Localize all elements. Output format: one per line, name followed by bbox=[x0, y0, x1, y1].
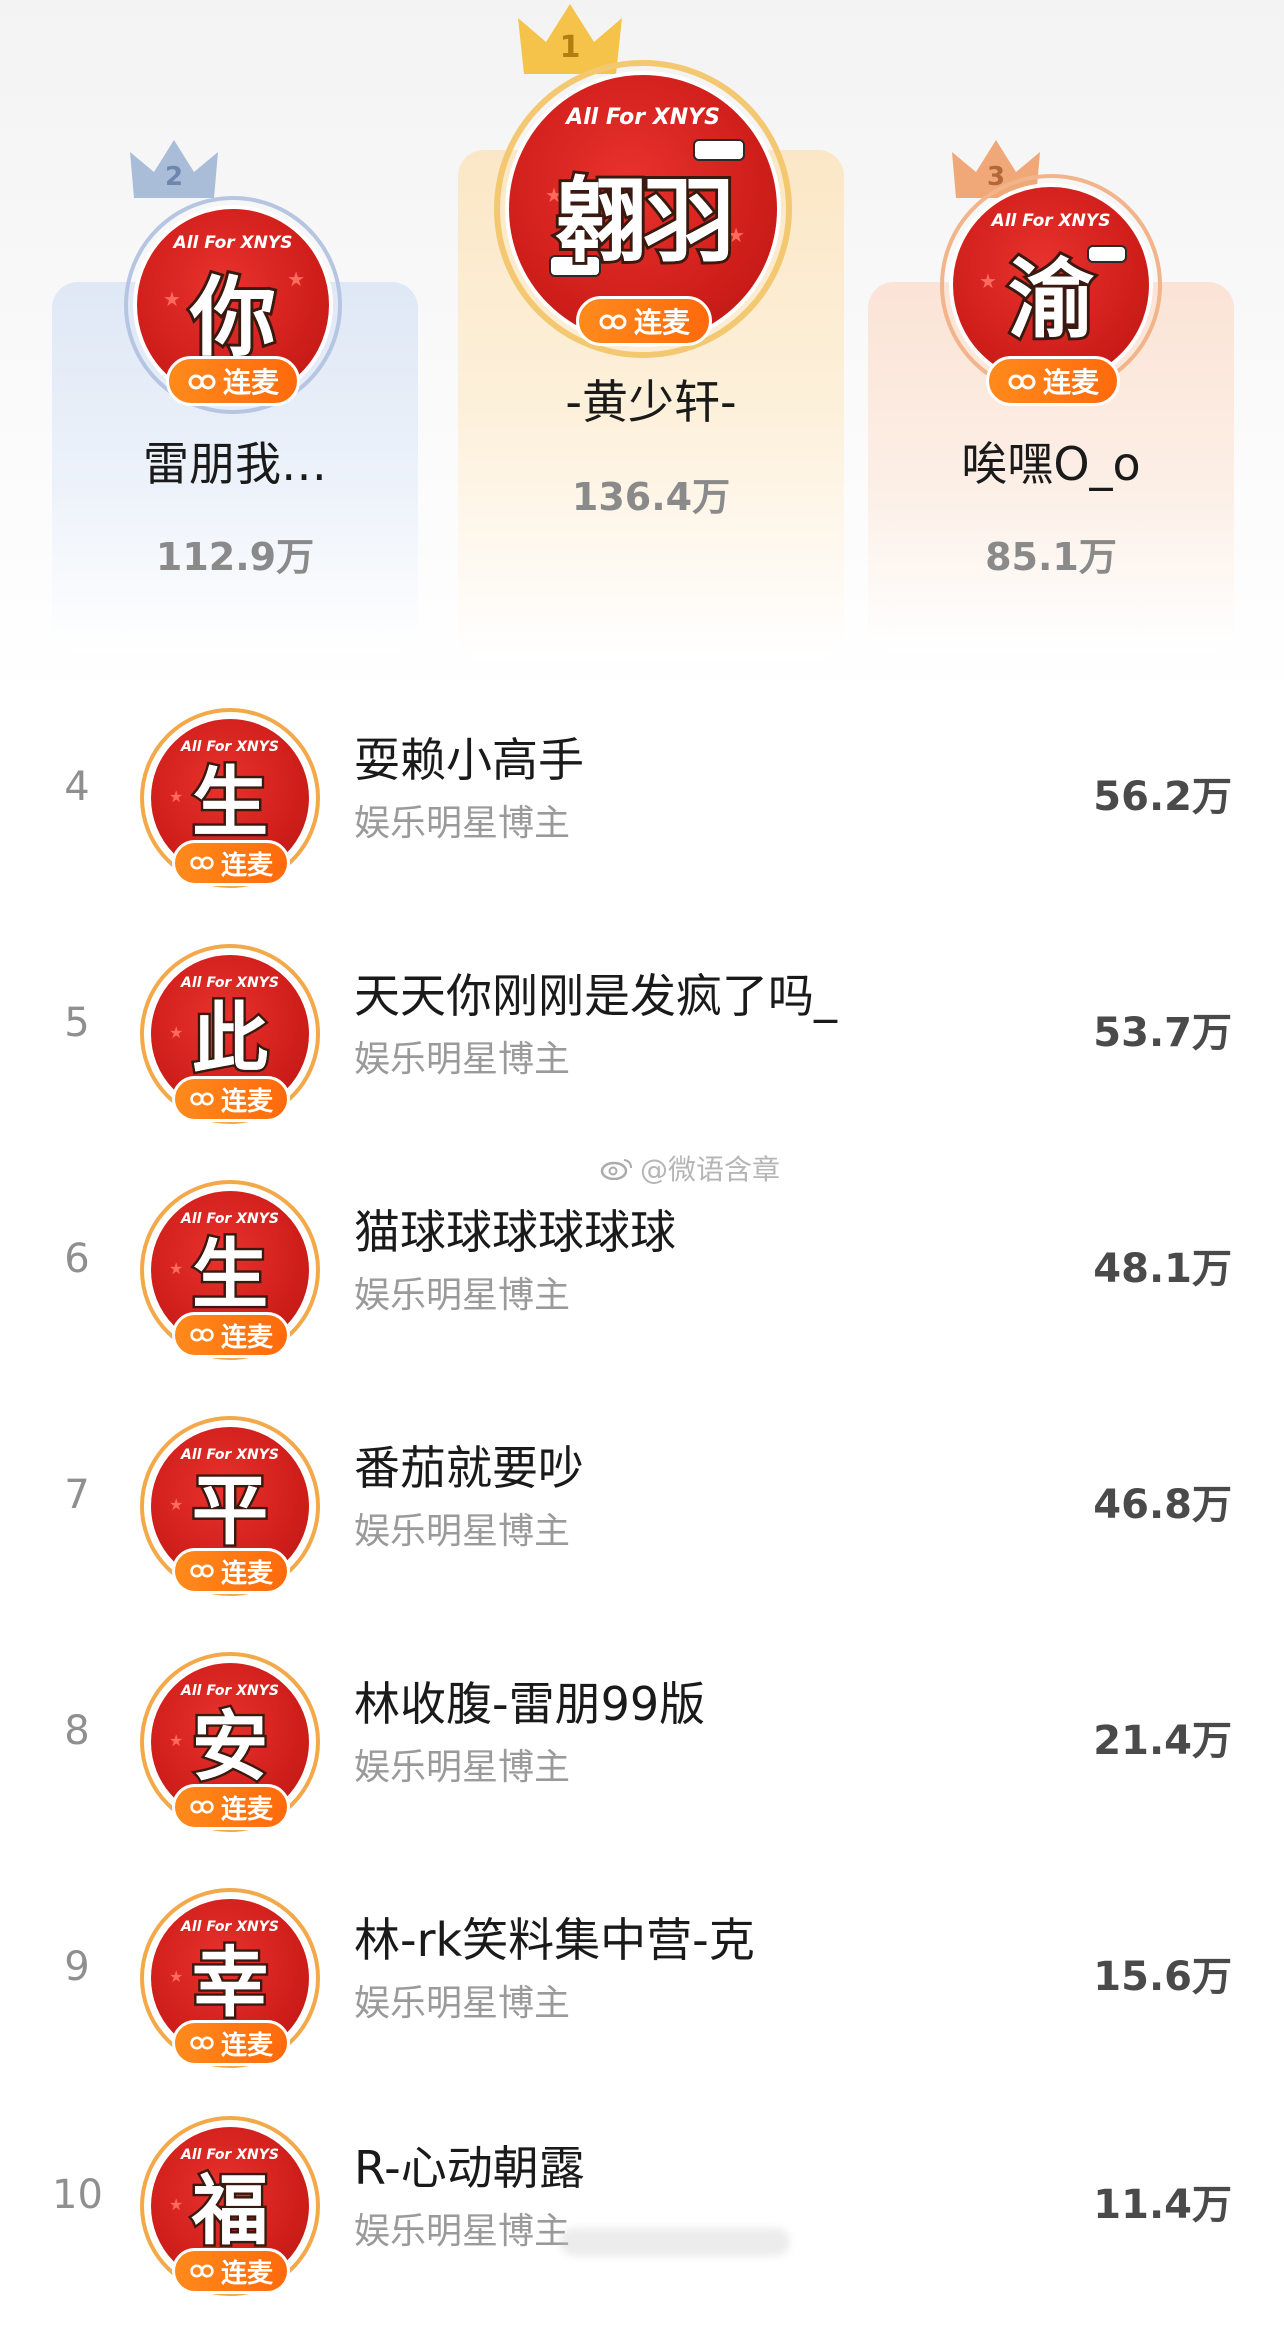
list-item[interactable]: 7 All For XNYS ★ 平 连麦 番茄就要吵 娱乐明星博主 46.8万 bbox=[0, 1394, 1284, 1630]
lianmai-badge[interactable]: 连麦 bbox=[172, 840, 290, 886]
score-value: 15.6万 bbox=[1093, 1954, 1232, 2000]
list-item[interactable]: 9 All For XNYS ★ 幸 连麦 林-rk笑料集中营-克 娱乐明星博主… bbox=[0, 1866, 1284, 2102]
link-loop-icon bbox=[189, 848, 215, 878]
link-loop-icon bbox=[189, 2256, 215, 2286]
lianmai-badge[interactable]: 连麦 bbox=[172, 1312, 290, 1358]
score-value: 56.2万 bbox=[1093, 774, 1232, 820]
user-category: 娱乐明星博主 bbox=[354, 1983, 571, 2024]
score-value: 46.8万 bbox=[1093, 1482, 1232, 1528]
link-loop-icon bbox=[187, 365, 217, 398]
user-name[interactable]: 天天你刚刚是发疯了吗_ bbox=[354, 960, 837, 1026]
rank-number: 6 bbox=[64, 1236, 90, 1282]
rank-number: 10 bbox=[52, 2172, 103, 2218]
link-loop-icon bbox=[189, 1556, 215, 1586]
podium-name-rank-3[interactable]: 唉嘿O_o bbox=[868, 428, 1234, 494]
user-name[interactable]: 番茄就要吵 bbox=[354, 1432, 584, 1498]
podium-score-rank-2: 112.9万 bbox=[155, 535, 315, 579]
link-loop-icon bbox=[189, 1792, 215, 1822]
list-item[interactable]: 4 All For XNYS ★ 生 连麦 耍赖小高手 娱乐明星博主 56.2万 bbox=[0, 686, 1284, 922]
user-name[interactable]: 耍赖小高手 bbox=[354, 724, 584, 790]
rank-number: 5 bbox=[64, 1000, 90, 1046]
podium-score-rank-3: 85.1万 bbox=[985, 535, 1117, 579]
link-loop-icon bbox=[1007, 365, 1037, 398]
user-category: 娱乐明星博主 bbox=[354, 803, 571, 844]
rank-number: 4 bbox=[64, 764, 90, 810]
weibo-watermark: @微语含章 bbox=[600, 1148, 780, 1188]
lianmai-badge[interactable]: 连麦 bbox=[576, 296, 712, 346]
user-name[interactable]: 林-rk笑料集中营-克 bbox=[354, 1904, 755, 1970]
lianmai-badge[interactable]: 连麦 bbox=[172, 2248, 290, 2294]
link-loop-icon bbox=[189, 1320, 215, 1350]
link-loop-icon bbox=[189, 1084, 215, 1114]
user-name[interactable]: R-心动朝露 bbox=[354, 2132, 585, 2198]
lianmai-badge[interactable]: 连麦 bbox=[172, 1548, 290, 1594]
user-name[interactable]: 林收腹-雷朋99版 bbox=[354, 1668, 705, 1734]
score-value: 48.1万 bbox=[1093, 1246, 1232, 1292]
lianmai-badge[interactable]: 连麦 bbox=[172, 2020, 290, 2066]
rank-number: 7 bbox=[64, 1472, 90, 1518]
link-loop-icon bbox=[598, 305, 628, 338]
lianmai-badge[interactable]: 连麦 bbox=[166, 356, 300, 406]
podium-name-rank-1[interactable]: -黄少轩- bbox=[458, 366, 844, 432]
list-item[interactable]: 6 All For XNYS ★ 生 连麦 猫球球球球球球 娱乐明星博主 48.… bbox=[0, 1158, 1284, 1394]
score-value: 21.4万 bbox=[1093, 1718, 1232, 1764]
lianmai-badge[interactable]: 连麦 bbox=[986, 356, 1120, 406]
crown-icon-silver: 2 bbox=[128, 138, 220, 202]
user-category: 娱乐明星博主 bbox=[354, 1275, 571, 1316]
list-item[interactable]: 5 All For XNYS ★ 此 连麦 天天你刚刚是发疯了吗_ 娱乐明星博主… bbox=[0, 922, 1284, 1158]
user-category: 娱乐明星博主 bbox=[354, 1747, 571, 1788]
podium-name-rank-2[interactable]: 雷朋我… bbox=[52, 428, 418, 494]
lianmai-badge[interactable]: 连麦 bbox=[172, 1784, 290, 1830]
score-value: 11.4万 bbox=[1093, 2182, 1232, 2228]
blurred-watermark bbox=[560, 2228, 790, 2256]
user-name[interactable]: 猫球球球球球球 bbox=[354, 1196, 676, 1262]
score-value: 53.7万 bbox=[1093, 1010, 1232, 1056]
rank-number: 8 bbox=[64, 1708, 90, 1754]
podium-score-rank-1: 136.4万 bbox=[571, 475, 731, 519]
user-category: 娱乐明星博主 bbox=[354, 2211, 571, 2252]
link-loop-icon bbox=[189, 2028, 215, 2058]
lianmai-badge[interactable]: 连麦 bbox=[172, 1076, 290, 1122]
list-item[interactable]: 10 All For XNYS ★ 福 连麦 R-心动朝露 娱乐明星博主 11.… bbox=[0, 2094, 1284, 2325]
list-item[interactable]: 8 All For XNYS ★ 安 连麦 林收腹-雷朋99版 娱乐明星博主 2… bbox=[0, 1630, 1284, 1866]
weibo-logo-icon bbox=[600, 1159, 632, 1180]
user-category: 娱乐明星博主 bbox=[354, 1039, 571, 1080]
user-category: 娱乐明星博主 bbox=[354, 1511, 571, 1552]
rank-number: 9 bbox=[64, 1944, 90, 1990]
